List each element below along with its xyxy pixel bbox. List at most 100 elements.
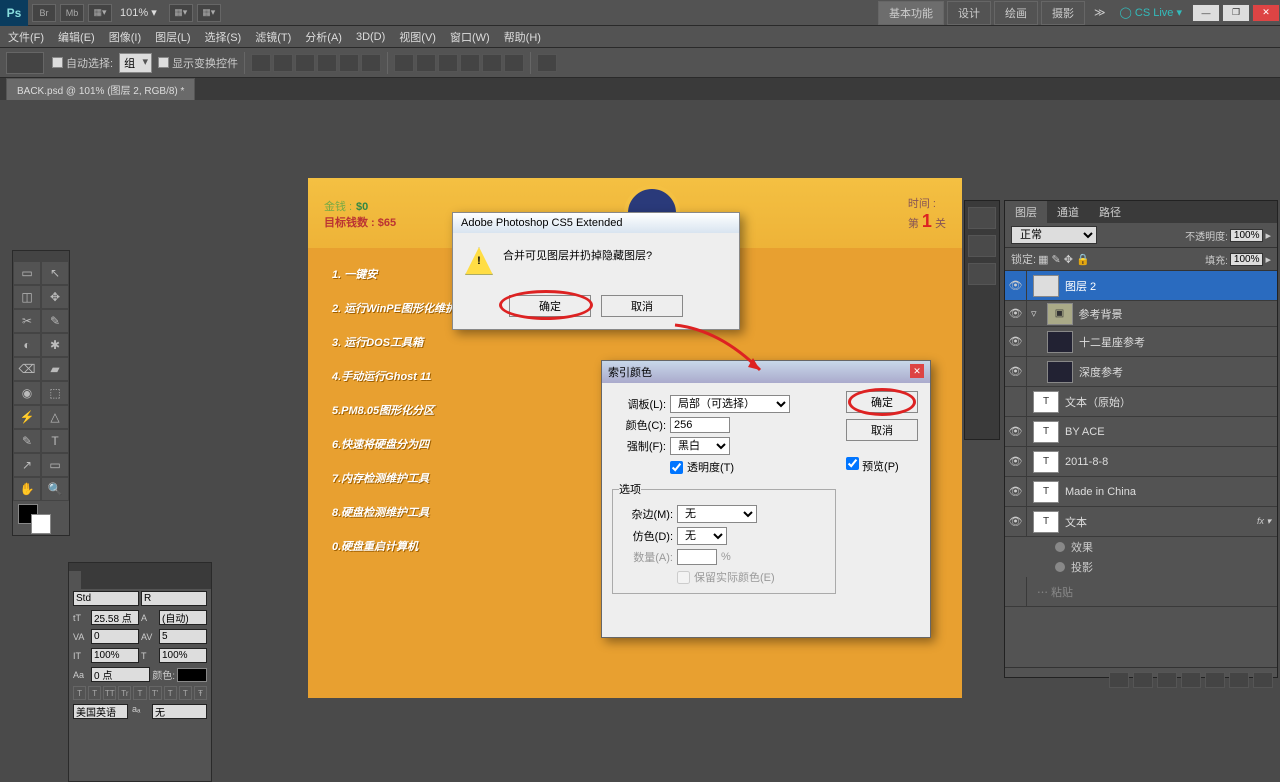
visibility-icon[interactable]: 👁 [1005,477,1027,506]
index-ok-button[interactable]: 确定 [846,391,918,413]
dock-icon[interactable] [968,207,996,229]
distribute-icon[interactable] [394,54,414,72]
visibility-icon[interactable]: 👁 [1005,357,1027,386]
tab-layers[interactable]: 图层 [1005,201,1047,223]
zoom-level[interactable]: 101% ▾ [120,6,157,19]
cslive-button[interactable]: ◯ CS Live ▾ [1120,6,1182,19]
visibility-icon[interactable] [1005,387,1027,416]
shape-tool[interactable]: ▭ [41,453,69,477]
pen-tool[interactable]: ✎ [13,429,41,453]
trash-icon[interactable] [1253,672,1273,688]
minibridge-button[interactable]: Mb [60,4,84,22]
fx-effects-row[interactable]: 效果 [1005,537,1277,557]
baseline[interactable] [91,667,150,682]
layer-thumb[interactable] [1047,331,1073,353]
visibility-icon[interactable]: 👁 [1005,271,1027,300]
arrange-docs-button[interactable]: ▦▾ [88,4,112,22]
index-titlebar[interactable]: 索引颜色 ✕ [602,361,930,383]
layer-row[interactable]: 👁深度参考 [1005,357,1277,387]
tracking[interactable] [159,629,207,644]
distribute-icon[interactable] [460,54,480,72]
layer-row[interactable]: 👁T2011-8-8 [1005,447,1277,477]
workspace-more[interactable]: ≫ [1094,6,1106,19]
distribute-icon[interactable] [504,54,524,72]
quickselect-tool[interactable]: ✥ [41,285,69,309]
fx-shadow-row[interactable]: 投影 [1005,557,1277,577]
char-tab[interactable] [69,571,81,589]
text-layer-icon[interactable]: T [1033,451,1059,473]
link-layers-icon[interactable] [1109,672,1129,688]
close-icon[interactable]: ✕ [910,364,924,378]
blend-mode-select[interactable]: 正常 [1011,226,1097,244]
lasso-tool[interactable]: ◫ [13,285,41,309]
fill-value[interactable]: 100% [1230,253,1264,266]
marquee-tool[interactable]: ▭ [13,261,41,285]
show-transform-checkbox[interactable] [158,57,169,68]
preview-checkbox[interactable] [846,457,859,470]
menu-help[interactable]: 帮助(H) [504,29,541,45]
layer-thumb[interactable] [1047,361,1073,383]
window-minimize[interactable]: — [1192,4,1220,22]
layer-thumb[interactable] [1033,275,1059,297]
colors-input[interactable] [670,417,730,433]
visibility-icon[interactable]: 👁 [1005,447,1027,476]
menu-3d[interactable]: 3D(D) [356,31,385,43]
menu-window[interactable]: 窗口(W) [450,29,490,45]
palette-select[interactable]: 局部（可选择） [670,395,790,413]
text-layer-icon[interactable]: T [1033,421,1059,443]
matte-select[interactable]: 无 [677,505,757,523]
style-btn[interactable]: TT [103,686,116,700]
distribute-icon[interactable] [482,54,502,72]
style-btn[interactable]: T [179,686,192,700]
layer-group-row[interactable]: 👁▿▣参考背景 [1005,301,1277,327]
forced-select[interactable]: 黑白 [670,437,730,455]
visibility-icon[interactable] [1005,577,1027,606]
layer-row[interactable]: 👁T文本fx ▾ [1005,507,1277,537]
auto-select-checkbox[interactable] [52,57,63,68]
background-color[interactable] [31,514,51,534]
menu-filter[interactable]: 滤镜(T) [255,29,291,45]
visibility-icon[interactable]: 👁 [1005,507,1027,536]
text-layer-icon[interactable]: T [1033,481,1059,503]
zoom-tool[interactable]: 🔍 [41,477,69,501]
index-cancel-button[interactable]: 取消 [846,419,918,441]
layer-row[interactable]: ⋯ 粘贴 [1005,577,1277,607]
screen-mode-button[interactable]: ▦▾ [169,4,193,22]
dock-icon[interactable] [968,235,996,257]
fx-icon[interactable] [1133,672,1153,688]
type-tool[interactable]: T [41,429,69,453]
style-btn[interactable]: T [88,686,101,700]
eyedropper-tool[interactable]: ✎ [41,309,69,333]
mask-icon[interactable] [1157,672,1177,688]
text-layer-icon[interactable]: T [1033,391,1059,413]
panel-grip[interactable] [69,563,211,571]
align-icon[interactable] [273,54,293,72]
window-maximize[interactable]: ❐ [1222,4,1250,22]
workspace-essentials[interactable]: 基本功能 [878,1,944,25]
adjust-icon[interactable] [1181,672,1201,688]
eraser-tool[interactable]: ◉ [13,381,41,405]
workspace-photography[interactable]: 摄影 [1041,1,1085,25]
distribute-icon[interactable] [438,54,458,72]
visibility-icon[interactable]: 👁 [1005,417,1027,446]
visibility-icon[interactable] [1055,542,1065,552]
language[interactable] [73,704,128,719]
align-icon[interactable] [295,54,315,72]
extras-button[interactable]: ▦▾ [197,4,221,22]
style-btn[interactable]: T' [149,686,162,700]
visibility-icon[interactable]: 👁 [1005,301,1027,326]
crop-tool[interactable]: ✂ [13,309,41,333]
leading[interactable] [159,610,207,625]
history-brush-tool[interactable]: ▰ [41,357,69,381]
dodge-tool[interactable]: △ [41,405,69,429]
menu-view[interactable]: 视图(V) [399,29,436,45]
panel-grip[interactable] [13,251,69,261]
layer-row[interactable]: 👁TBY ACE [1005,417,1277,447]
workspace-painting[interactable]: 绘画 [994,1,1038,25]
fx-badge[interactable]: fx ▾ [1257,516,1271,527]
font-weight[interactable] [141,591,207,606]
menu-layer[interactable]: 图层(L) [155,29,190,45]
text-layer-icon[interactable]: T [1033,511,1059,533]
document-tab[interactable]: BACK.psd @ 101% (图层 2, RGB/8) * [6,78,195,100]
align-icon[interactable] [317,54,337,72]
